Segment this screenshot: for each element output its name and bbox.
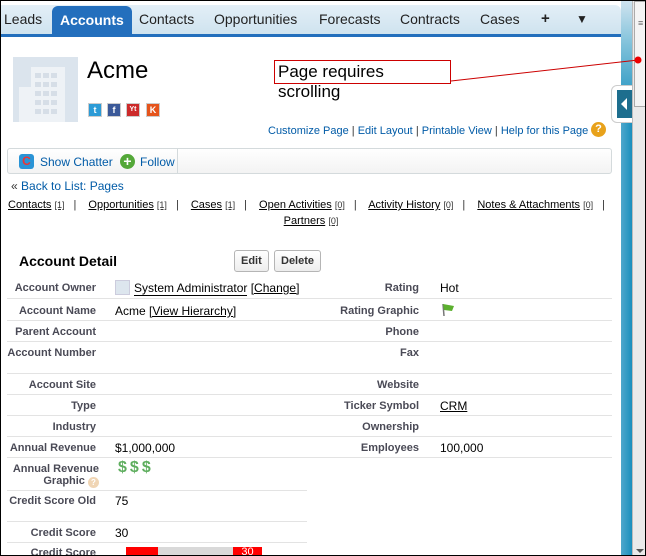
field-label: Employees xyxy=(360,442,419,454)
edit-button[interactable]: Edit xyxy=(234,250,269,272)
detail-row: Account Owner System Administrator [Chan… xyxy=(7,276,612,299)
edit-layout-link[interactable]: Edit Layout xyxy=(358,125,413,137)
back-to-list-link[interactable]: Back to List: Pages xyxy=(21,179,124,193)
related-partners-link[interactable]: Partners xyxy=(284,215,326,227)
chatter-bar: C Show Chatter + Follow xyxy=(7,148,612,174)
back-to-list: « Back to List: Pages xyxy=(11,179,124,193)
annotation-callout: Page requires scrolling xyxy=(274,60,451,101)
customize-page-link[interactable]: Customize Page xyxy=(268,125,349,137)
field-label: Credit Score Old xyxy=(9,495,96,507)
field-label: Credit Score xyxy=(30,547,96,556)
related-cases-link[interactable]: Cases xyxy=(191,199,222,211)
annual-revenue-graphic: $ $ $ xyxy=(118,459,154,477)
field-label: Ticker Symbol xyxy=(344,400,419,412)
follow-link[interactable]: Follow xyxy=(140,155,175,169)
credit-score-bar-fill xyxy=(126,547,158,555)
rating-value: Hot xyxy=(440,281,459,295)
field-label: Ownership xyxy=(362,421,419,433)
detail-row: Type Ticker Symbol CRM xyxy=(7,395,612,416)
field-label: Rating xyxy=(384,282,419,294)
field-label: Phone xyxy=(385,326,419,338)
owner-name-link[interactable]: System Administrator xyxy=(134,281,248,296)
related-opportunities-link[interactable]: Opportunities xyxy=(88,199,153,211)
related-open-activities-link[interactable]: Open Activities xyxy=(259,199,332,211)
account-owner-value: System Administrator [Change] xyxy=(115,280,300,296)
dollar-icon: $ xyxy=(129,459,139,476)
dollar-icon: $ xyxy=(141,459,151,476)
field-label: Annual Revenue Graphic ? xyxy=(12,463,99,488)
detail-row: Account Number Fax xyxy=(7,342,612,374)
view-hierarchy-link[interactable]: [View Hierarchy] xyxy=(149,304,236,318)
credit-score-bar-label: 30 xyxy=(233,547,262,555)
credit-score-bar-track xyxy=(158,547,233,555)
scroll-down-arrow-icon[interactable] xyxy=(636,549,644,553)
avatar xyxy=(115,280,130,295)
detail-row: Annual Revenue $1,000,000 Employees 100,… xyxy=(7,437,612,458)
field-label: Fax xyxy=(400,347,419,359)
field-label: Account Site xyxy=(28,379,96,391)
printable-view-link[interactable]: Printable View xyxy=(422,125,492,137)
page-links: Customize Page | Edit Layout | Printable… xyxy=(268,125,589,137)
field-label: Website xyxy=(377,379,419,391)
detail-row: Annual Revenue Graphic ? $ $ $ xyxy=(7,458,307,491)
chatter-icon[interactable]: C xyxy=(19,154,34,169)
field-label: Parent Account xyxy=(15,326,96,338)
credit-score-value: 30 xyxy=(115,526,129,540)
help-for-page-link[interactable]: Help for this Page xyxy=(501,125,588,137)
delete-button[interactable]: Delete xyxy=(274,250,322,272)
related-notes-attachments-link[interactable]: Notes & Attachments xyxy=(477,199,580,211)
field-label: Account Name xyxy=(18,305,96,317)
app-window: Leads Accounts Contacts Opportunities Fo… xyxy=(0,0,646,556)
help-icon[interactable]: ? xyxy=(591,122,606,137)
field-label: Industry xyxy=(52,421,96,433)
field-label: Rating Graphic xyxy=(340,305,419,317)
change-owner-link[interactable]: [Change] xyxy=(251,281,300,295)
field-label: Credit Score xyxy=(30,527,96,539)
green-flag-icon xyxy=(442,303,454,317)
account-name-value: Acme [View Hierarchy] xyxy=(115,304,237,318)
show-chatter-link[interactable]: Show Chatter xyxy=(40,155,113,169)
related-contacts-link[interactable]: Contacts xyxy=(8,199,51,211)
field-label: Account Owner xyxy=(14,282,96,294)
section-title: Account Detail xyxy=(19,253,118,269)
field-label: Annual Revenue xyxy=(9,442,96,454)
detail-row: Credit Score 30 xyxy=(7,522,307,543)
related-activity-history-link[interactable]: Activity History xyxy=(368,199,440,211)
detail-row: Parent Account Phone xyxy=(7,321,612,342)
ticker-symbol-link[interactable]: CRM xyxy=(440,399,467,413)
annual-revenue-value: $1,000,000 xyxy=(115,441,176,455)
detail-row: Credit Score Old 75 xyxy=(7,491,307,522)
credit-score-old-value: 75 xyxy=(115,494,129,508)
employees-value: 100,000 xyxy=(440,441,484,455)
plus-circle-icon[interactable]: + xyxy=(120,154,135,169)
dollar-icon: $ xyxy=(118,459,127,476)
field-label: Type xyxy=(71,400,96,412)
detail-row: Industry Ownership xyxy=(7,416,612,437)
detail-row: Account Site Website xyxy=(7,374,612,395)
related-list-links: Contacts [1] | Opportunities [1] | Cases [… xyxy=(8,199,605,227)
detail-row: Account Name Acme [View Hierarchy] Ratin… xyxy=(7,299,612,321)
field-label: Account Number xyxy=(7,347,96,359)
help-hint-icon[interactable]: ? xyxy=(88,477,99,488)
